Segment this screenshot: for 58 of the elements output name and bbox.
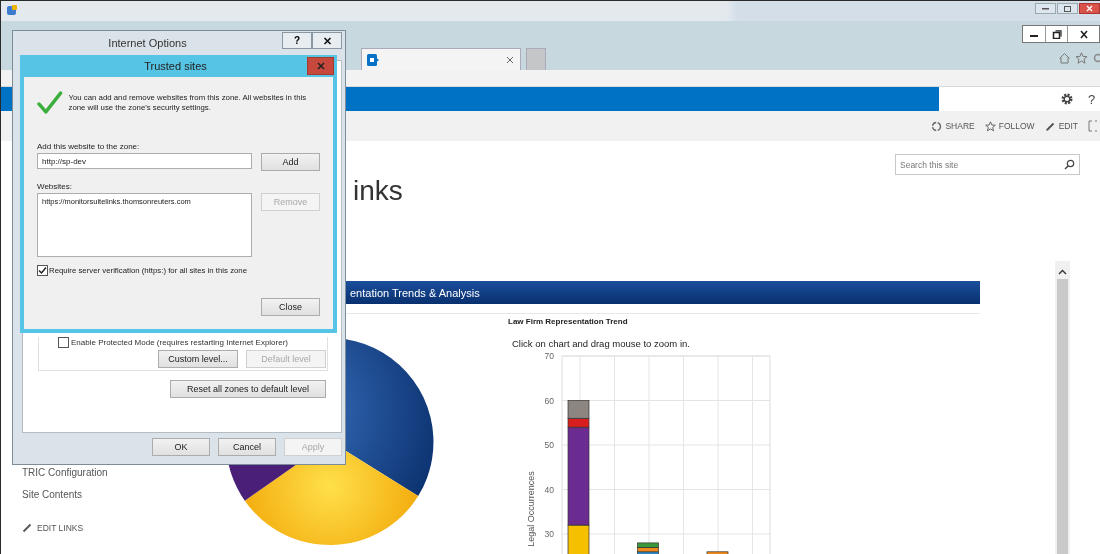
field-label: Websites:: [37, 182, 73, 191]
axis-tick-label: 70: [544, 351, 554, 361]
dialog-title: Internet Options: [107, 37, 188, 49]
close-button[interactable]: [312, 32, 342, 49]
dialog-button[interactable]: Custom level...: [158, 350, 238, 368]
close-icon: [1078, 29, 1089, 39]
pencil-icon: [1044, 120, 1056, 132]
gear-icon: [1092, 52, 1100, 64]
share-icon: [931, 120, 943, 132]
star-icon: [1075, 52, 1088, 64]
nav-link[interactable]: Site Contents: [22, 489, 200, 501]
search-field[interactable]: Search this site: [895, 154, 1080, 175]
axis-tick-label: 50: [544, 440, 554, 450]
tab-close-icon: [506, 55, 514, 64]
home-icon: [1058, 52, 1071, 64]
page-title: inks: [353, 175, 403, 207]
axis-tick-label: 40: [544, 484, 554, 495]
restore-icon: [1051, 29, 1062, 39]
close-icon: [322, 36, 332, 45]
follow-link[interactable]: FOLLOW: [984, 120, 1035, 132]
checkbox[interactable]: [37, 265, 48, 276]
restore-icon: [1063, 5, 1072, 12]
pencil-icon: [22, 523, 32, 533]
close-button[interactable]: Close: [261, 298, 320, 316]
star-icon: [984, 120, 996, 132]
focus-icon: [1088, 120, 1098, 132]
check-mark-icon: [37, 91, 63, 115]
website-input[interactable]: http://sp-dev: [37, 153, 252, 169]
share-link[interactable]: SHARE: [931, 120, 975, 132]
edit-link[interactable]: EDIT: [1044, 120, 1078, 132]
dialog-button[interactable]: OK: [152, 438, 210, 456]
dialog-button[interactable]: Add: [261, 153, 320, 171]
reset-button[interactable]: Reset all zones to default level: [170, 380, 326, 398]
checkbox[interactable]: [58, 337, 69, 348]
dialog-button[interactable]: Cancel: [218, 438, 276, 456]
site-logo-icon: [366, 52, 380, 67]
search-icon: [1064, 159, 1075, 170]
dialog-title: Trusted sites: [144, 60, 207, 72]
help-link[interactable]: ?: [1088, 91, 1096, 107]
scrollbar[interactable]: [1055, 261, 1070, 554]
chart-bar: [706, 551, 729, 554]
nav-link[interactable]: TRIC Configuration: [22, 467, 200, 479]
close-button[interactable]: [1079, 3, 1100, 14]
chart-hint: Click on chart and drag mouse to zoom in.: [512, 338, 691, 349]
settings-icon: [1060, 92, 1074, 106]
chart-title: Law Firm Representation Trend: [508, 317, 629, 326]
checkbox-label: Enable Protected Mode (requires restarting Internet Explorer): [71, 338, 288, 347]
axis-tick-label: 30: [544, 529, 554, 539]
edit-links-link[interactable]: EDIT LINKS: [22, 523, 200, 533]
field-label: Add this website to the zone:: [37, 142, 141, 151]
axis-tick-label: 60: [544, 395, 554, 406]
close-icon: [1085, 5, 1094, 12]
scroll-up-icon: [1058, 269, 1067, 275]
help-button[interactable]: ?: [282, 32, 312, 49]
browser-tab[interactable]: [361, 48, 521, 70]
axis-title: Legal Occurrences: [526, 471, 536, 547]
close-icon: [316, 62, 325, 70]
window-icon: [6, 4, 18, 16]
